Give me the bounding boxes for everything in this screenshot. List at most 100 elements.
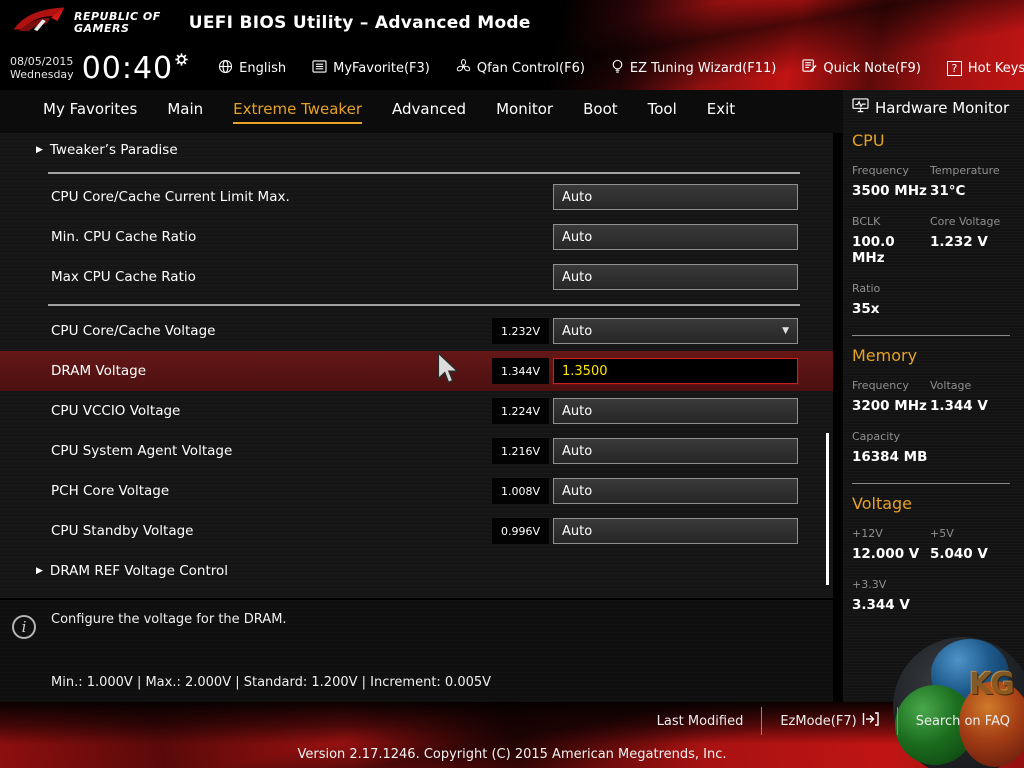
info-icon: i — [12, 615, 36, 639]
tab-main[interactable]: Main — [167, 100, 203, 124]
metric: Frequency 3500 MHz — [852, 164, 927, 199]
fan-icon — [456, 58, 471, 78]
help-panel: i Configure the voltage for the DRAM. Mi… — [0, 598, 833, 702]
globe-icon — [218, 59, 233, 78]
quick-note-button[interactable]: Quick Note(F9) — [802, 59, 921, 77]
setting-description: Configure the voltage for the DRAM. — [51, 612, 287, 627]
time-display: 00:40 — [81, 50, 174, 86]
submenu-arrow-icon: ▶ — [36, 145, 43, 155]
mouse-cursor — [436, 351, 462, 388]
value-box[interactable]: Auto — [553, 398, 798, 424]
submenu-tweakers-paradise[interactable]: ▶ Tweaker’s Paradise — [0, 133, 833, 167]
current-value-badge: 1.344V — [492, 358, 549, 384]
language-button[interactable]: English — [218, 59, 286, 78]
metric: Core Voltage 1.232 V — [930, 215, 1001, 250]
metric: +12V 12.000 V — [852, 527, 920, 562]
current-value-badge: 0.996V — [492, 518, 549, 544]
hot-keys-button[interactable]: ? Hot Keys — [946, 60, 1024, 76]
setting-row-max-cache-ratio: Max CPU Cache Ratio Auto — [0, 257, 833, 297]
current-value-badge: 1.232V — [492, 318, 549, 344]
tab-tool[interactable]: Tool — [648, 100, 677, 124]
setting-row-cpu-core-voltage: CPU Core/Cache Voltage 1.232V Auto ▼ — [0, 311, 833, 351]
dram-voltage-input[interactable]: 1.3500 — [553, 358, 798, 384]
value-box[interactable]: Auto — [553, 224, 798, 250]
dropdown-select[interactable]: Auto ▼ — [553, 318, 798, 344]
metric: Frequency 3200 MHz — [852, 379, 927, 414]
voltage-metrics: +12V 12.000 V +5V 5.040 V +3.3V 3.344 V — [852, 527, 1024, 613]
submenu-dram-ref-voltage[interactable]: ▶ DRAM REF Voltage Control — [0, 551, 833, 591]
clock-block[interactable]: 08/05/2015 Wednesday 00:40 — [0, 51, 188, 86]
main-menu-bar: My Favorites Main Extreme Tweaker Advanc… — [0, 90, 843, 133]
tab-exit[interactable]: Exit — [707, 100, 735, 124]
version-text: Version 2.17.1246. Copyright (C) 2015 Am… — [297, 746, 727, 762]
date-display: 08/05/2015 Wednesday — [10, 55, 74, 81]
scrollbar-thumb[interactable] — [826, 433, 829, 585]
value-box[interactable]: Auto — [553, 438, 798, 464]
cpu-metrics: Frequency 3500 MHz Temperature 31°C BCLK 10… — [852, 164, 1024, 317]
search-on-faq-button[interactable]: Search on FAQ — [916, 714, 1010, 729]
sidebar-divider — [852, 335, 1010, 336]
setting-row-cpu-standby-voltage: CPU Standby Voltage 0.996V Auto — [0, 511, 833, 551]
ezmode-enter-icon — [862, 712, 879, 730]
bios-screen: REPUBLIC OF GAMERS UEFI BIOS Utility – A… — [0, 0, 1024, 768]
ez-tuning-wizard-button[interactable]: EZ Tuning Wizard(F11) — [611, 59, 776, 78]
metric: Ratio 35x — [852, 282, 881, 317]
value-box[interactable]: Auto — [553, 264, 798, 290]
ezmode-button[interactable]: EzMode(F7) — [780, 712, 879, 730]
last-modified-button[interactable]: Last Modified — [657, 714, 744, 729]
section-divider — [48, 304, 800, 306]
hardware-monitor-header: Hardware Monitor — [852, 98, 1024, 117]
metric: BCLK 100.0 MHz — [852, 215, 895, 266]
sidebar-section-voltage: Voltage — [852, 494, 913, 513]
page-title: UEFI BIOS Utility – Advanced Mode — [188, 13, 531, 33]
rog-eye-icon — [12, 4, 66, 42]
setting-row-cpu-current-limit: CPU Core/Cache Current Limit Max. Auto — [0, 177, 833, 217]
settings-list: ▶ Tweaker’s Paradise CPU Core/Cache Curr… — [0, 133, 833, 598]
title-bar: REPUBLIC OF GAMERS UEFI BIOS Utility – A… — [0, 0, 1024, 46]
metric: Capacity 16384 MB — [852, 430, 928, 465]
clock-settings-gear-icon[interactable] — [175, 51, 188, 70]
setting-row-vccio-voltage: CPU VCCIO Voltage 1.224V Auto — [0, 391, 833, 431]
sidebar-divider — [852, 483, 1010, 484]
chevron-down-icon: ▼ — [782, 326, 789, 336]
memory-metrics: Frequency 3200 MHz Voltage 1.344 V Capacit… — [852, 379, 1024, 465]
footer-divider — [896, 707, 898, 735]
footer-divider — [761, 707, 763, 735]
bottom-action-bar: Last Modified EzMode(F7) Search on FAQ — [0, 702, 1024, 740]
metric: Voltage 1.344 V — [930, 379, 988, 414]
value-box[interactable]: Auto — [553, 518, 798, 544]
setting-row-min-cache-ratio: Min. CPU Cache Ratio Auto — [0, 217, 833, 257]
metric: +3.3V 3.344 V — [852, 578, 910, 613]
brand-text: REPUBLIC OF GAMERS — [74, 10, 161, 35]
current-value-badge: 1.216V — [492, 438, 549, 464]
setting-row-system-agent-voltage: CPU System Agent Voltage 1.216V Auto — [0, 431, 833, 471]
section-divider — [48, 172, 800, 174]
metric: Temperature 31°C — [930, 164, 1000, 199]
qfan-control-button[interactable]: Qfan Control(F6) — [456, 58, 585, 78]
monitor-icon — [852, 98, 869, 117]
setting-row-pch-core-voltage: PCH Core Voltage 1.008V Auto — [0, 471, 833, 511]
toolbar: 08/05/2015 Wednesday 00:40 English MyFav… — [0, 46, 1024, 90]
version-bar: Version 2.17.1246. Copyright (C) 2015 Am… — [0, 740, 1024, 768]
tab-boot[interactable]: Boot — [583, 100, 618, 124]
sidebar-section-cpu: CPU — [852, 131, 885, 150]
value-box[interactable]: Auto — [553, 478, 798, 504]
tab-advanced[interactable]: Advanced — [392, 100, 466, 124]
hardware-monitor-panel: Hardware Monitor CPU Frequency 3500 MHz T… — [843, 90, 1024, 702]
tab-extreme-tweaker[interactable]: Extreme Tweaker — [233, 100, 362, 124]
favorites-list-icon — [312, 59, 327, 77]
note-icon — [802, 59, 817, 77]
tab-my-favorites[interactable]: My Favorites — [43, 100, 137, 124]
tab-monitor[interactable]: Monitor — [496, 100, 553, 124]
value-box[interactable]: Auto — [553, 184, 798, 210]
current-value-badge: 1.008V — [492, 478, 549, 504]
submenu-arrow-icon: ▶ — [36, 566, 43, 576]
current-value-badge: 1.224V — [492, 398, 549, 424]
bulb-icon — [611, 59, 624, 78]
setting-range: Min.: 1.000V | Max.: 2.000V | Standard: … — [51, 675, 492, 690]
question-box-icon: ? — [946, 60, 962, 76]
rog-logo: REPUBLIC OF GAMERS — [0, 4, 161, 42]
myfavorite-button[interactable]: MyFavorite(F3) — [312, 59, 430, 77]
sidebar-section-memory: Memory — [852, 346, 918, 365]
setting-row-dram-voltage[interactable]: DRAM Voltage 1.344V 1.3500 — [0, 351, 833, 391]
